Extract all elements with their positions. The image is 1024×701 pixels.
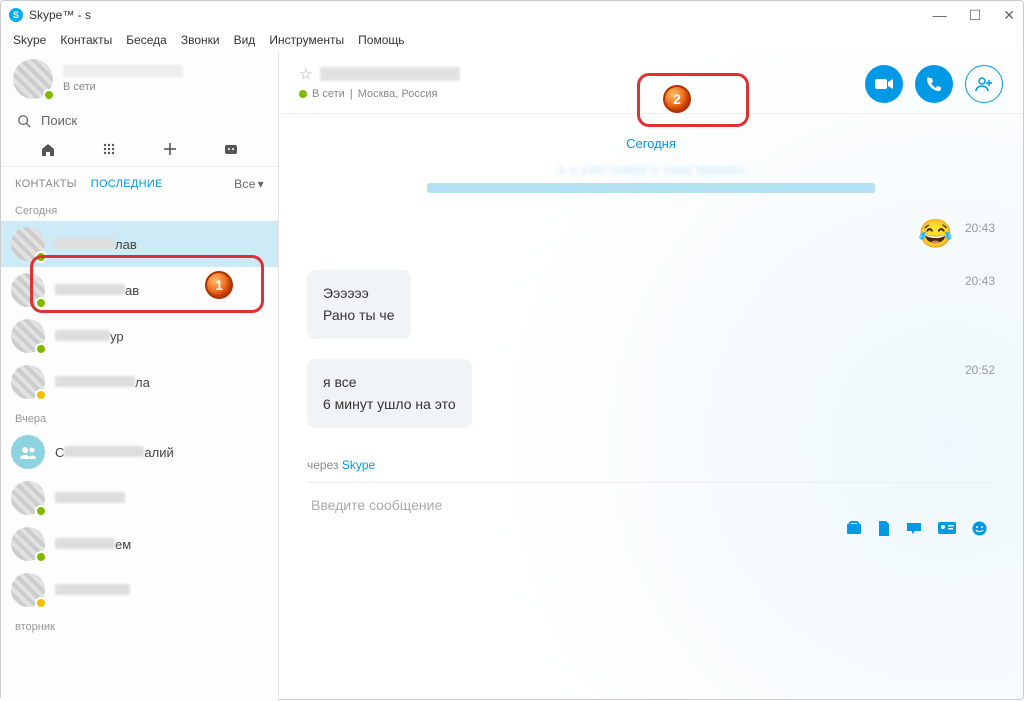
skype-link[interactable]: Skype: [342, 458, 375, 472]
section-yesterday: Вчера: [1, 405, 278, 429]
contact-item[interactable]: ем: [1, 521, 278, 567]
via-skype-label: через Skype: [307, 448, 995, 483]
contact-item[interactable]: лав: [1, 221, 278, 267]
status-online-icon: [35, 551, 47, 563]
avatar: [13, 59, 53, 99]
filter-dropdown[interactable]: Все▾: [234, 177, 264, 191]
tab-contacts[interactable]: КОНТАКТЫ: [15, 178, 77, 190]
message-bubble: я все 6 минут ушло на это: [307, 359, 472, 428]
my-profile[interactable]: В сети: [1, 51, 278, 107]
send-document-icon[interactable]: [878, 521, 890, 541]
status-online-icon: [35, 251, 47, 263]
contact-item[interactable]: ав: [1, 267, 278, 313]
message-input[interactable]: Введите сообщение: [311, 497, 991, 513]
search-icon: [17, 114, 31, 128]
menu-view[interactable]: Вид: [234, 33, 256, 47]
menu-help[interactable]: Помощь: [358, 33, 404, 47]
tab-recent[interactable]: ПОСЛЕДНИЕ: [91, 178, 163, 190]
menu-conversation[interactable]: Беседа: [126, 33, 167, 47]
audio-call-button[interactable]: [915, 65, 953, 103]
emoji-picker-icon[interactable]: [972, 521, 987, 541]
avatar: [11, 319, 45, 353]
emoji-message: 😂: [918, 217, 953, 250]
skype-logo-icon: S: [9, 8, 23, 22]
close-button[interactable]: ✕: [1003, 7, 1015, 24]
contacts-list[interactable]: Сегодня лав ав ур ла Вчера Салий: [1, 197, 278, 701]
chat-pane: ☆ В сети | Москва, Россия: [279, 51, 1023, 701]
avatar: [11, 227, 45, 261]
maximize-button[interactable]: ☐: [969, 7, 982, 24]
menu-contacts[interactable]: Контакты: [60, 33, 112, 47]
day-separator: Сегодня: [307, 136, 995, 151]
search-input[interactable]: Поиск: [1, 107, 278, 134]
contact-item[interactable]: [1, 475, 278, 521]
menu-bar: Skype Контакты Беседа Звонки Вид Инструм…: [1, 29, 1023, 51]
avatar: [11, 365, 45, 399]
avatar: [11, 481, 45, 515]
contact-item[interactable]: Салий: [1, 429, 278, 475]
avatar: [11, 273, 45, 307]
status-online-icon: [35, 297, 47, 309]
status-away-icon: [35, 597, 47, 609]
menu-calls[interactable]: Звонки: [181, 33, 220, 47]
status-online-icon: [43, 89, 55, 101]
contact-item[interactable]: ур: [1, 313, 278, 359]
bot-button[interactable]: [221, 142, 241, 158]
window-titlebar: S Skype™ - s — ☐ ✕: [1, 1, 1023, 29]
home-button[interactable]: [38, 142, 58, 158]
chat-contact-name[interactable]: [320, 67, 460, 81]
new-button[interactable]: [160, 142, 180, 158]
faded-message: а я уже помру к тому времен: [307, 161, 995, 177]
favorite-star-icon[interactable]: ☆: [299, 65, 312, 83]
add-people-button[interactable]: [965, 65, 1003, 103]
dialpad-button[interactable]: [99, 142, 119, 158]
video-call-button[interactable]: [865, 65, 903, 103]
menu-skype[interactable]: Skype: [13, 33, 46, 47]
contact-item[interactable]: ла: [1, 359, 278, 405]
status-online-icon: [35, 343, 47, 355]
message-time: 20:52: [965, 359, 995, 428]
window-title: Skype™ - s: [29, 8, 91, 22]
loading-bar: [427, 183, 874, 193]
message-time: 20:43: [965, 270, 995, 339]
search-placeholder: Поиск: [41, 113, 77, 128]
send-video-msg-icon[interactable]: [906, 521, 922, 541]
menu-tools[interactable]: Инструменты: [269, 33, 344, 47]
chat-messages[interactable]: Сегодня а я уже помру к тому времен 😂 20…: [279, 114, 1023, 701]
contact-item[interactable]: [1, 567, 278, 613]
send-contact-icon[interactable]: [938, 521, 956, 541]
status-online-icon: [35, 505, 47, 517]
my-name: [63, 65, 183, 77]
avatar: [11, 573, 45, 607]
message-time: 20:43: [965, 217, 995, 250]
avatar: [11, 527, 45, 561]
minimize-button[interactable]: —: [933, 7, 947, 24]
message-bubble: Ээээээ Рано ты че: [307, 270, 411, 339]
chevron-down-icon: ▾: [258, 177, 264, 191]
section-today: Сегодня: [1, 197, 278, 221]
chat-location: Москва, Россия: [358, 88, 438, 100]
group-avatar-icon: [11, 435, 45, 469]
my-status-text: В сети: [63, 81, 183, 93]
send-file-icon[interactable]: [846, 521, 862, 541]
status-online-icon: [299, 90, 307, 98]
sidebar: В сети Поиск КОНТАКТЫ ПОСЛЕДНИЕ Все▾ Сег…: [1, 51, 279, 701]
chat-header: ☆ В сети | Москва, Россия: [279, 51, 1023, 114]
chat-status-text: В сети: [312, 88, 345, 100]
section-tuesday: вторник: [1, 613, 278, 637]
status-away-icon: [35, 389, 47, 401]
